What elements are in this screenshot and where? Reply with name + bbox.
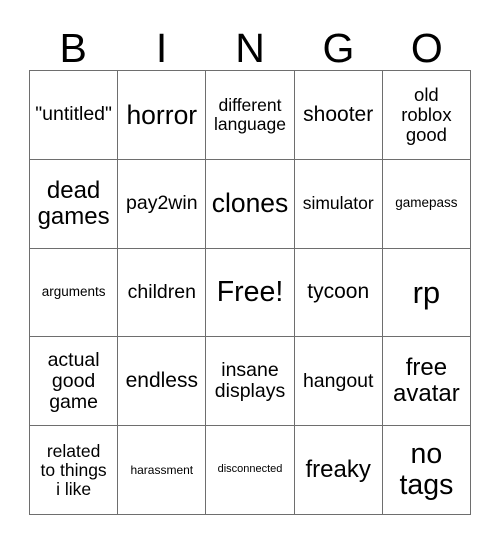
bingo-cell-r3c5[interactable]: rp — [382, 248, 471, 338]
header-letter-b: B — [59, 25, 87, 71]
bingo-cell-r4c5[interactable]: free avatar — [382, 337, 471, 427]
header-letter-n: N — [235, 25, 265, 71]
bingo-cell-label: tycoon — [307, 280, 370, 304]
bingo-cell-label: freaky — [305, 456, 371, 484]
bingo-cell-r2c2[interactable]: pay2win — [118, 159, 207, 249]
bingo-cell-label: children — [127, 280, 196, 303]
bingo-cell-r2c5[interactable]: gamepass — [382, 159, 471, 249]
bingo-cell-r5c5[interactable]: no tags — [382, 426, 471, 515]
bingo-cell-label: old roblox good — [401, 83, 452, 145]
bingo-cell-free-space[interactable]: Free! — [206, 248, 295, 338]
header-letter-g: G — [322, 25, 355, 71]
bingo-cell-r4c2[interactable]: endless — [118, 337, 207, 427]
bingo-cell-r1c4[interactable]: shooter — [294, 71, 383, 160]
bingo-grid: "untitled" horror different language sho… — [29, 70, 471, 515]
bingo-cell-r1c1[interactable]: "untitled" — [30, 71, 119, 160]
bingo-cell-r5c4[interactable]: freaky — [294, 426, 383, 515]
bingo-cell-r2c4[interactable]: simulator — [294, 159, 383, 249]
bingo-cell-label: pay2win — [126, 192, 198, 215]
bingo-cell-r4c3[interactable]: insane displays — [206, 337, 295, 427]
bingo-cell-label: no tags — [399, 438, 454, 502]
bingo-cell-r2c3[interactable]: clones — [206, 159, 295, 249]
bingo-cell-label: simulator — [302, 193, 374, 214]
bingo-cell-label: shooter — [303, 102, 374, 126]
bingo-cell-label: dead games — [37, 176, 110, 230]
bingo-cell-label: hangout — [302, 369, 374, 392]
bingo-cell-label: gamepass — [395, 195, 458, 211]
bingo-cell-label: harassment — [130, 462, 194, 477]
bingo-cell-label: arguments — [41, 284, 106, 300]
bingo-cell-label: disconnected — [217, 463, 283, 476]
bingo-cell-label: insane displays — [214, 359, 286, 403]
bingo-cell-r1c5[interactable]: old roblox good — [382, 71, 471, 160]
bingo-cell-label: different language — [213, 95, 286, 134]
bingo-cell-r1c3[interactable]: different language — [206, 71, 295, 160]
bingo-cell-label: free avatar — [393, 354, 460, 408]
bingo-cell-r5c2[interactable]: harassment — [118, 426, 207, 515]
bingo-cell-r3c1[interactable]: arguments — [30, 248, 119, 338]
bingo-cell-r2c1[interactable]: dead games — [30, 159, 119, 249]
bingo-cell-r4c1[interactable]: actual good game — [30, 337, 119, 427]
bingo-cell-label: horror — [126, 99, 198, 130]
bingo-cell-label: endless — [125, 368, 198, 392]
bingo-cell-r1c2[interactable]: horror — [118, 71, 207, 160]
bingo-free-space-label: Free! — [216, 276, 284, 309]
bingo-cell-label: actual good game — [47, 348, 100, 413]
bingo-cell-label: rp — [412, 274, 441, 310]
bingo-cell-r3c2[interactable]: children — [118, 248, 207, 338]
header-letter-o: O — [410, 25, 443, 71]
bingo-cell-r5c3[interactable]: disconnected — [206, 426, 295, 515]
bingo-cell-label: "untitled" — [35, 103, 112, 126]
bingo-card: B I N G O "untitled" horror different la… — [0, 0, 500, 544]
bingo-cell-label: related to things i like — [40, 440, 107, 499]
bingo-cell-r4c4[interactable]: hangout — [294, 337, 383, 427]
bingo-cell-r5c1[interactable]: related to things i like — [30, 426, 119, 515]
bingo-header-row: B I N G O — [29, 14, 471, 70]
header-letter-i: I — [155, 25, 168, 71]
bingo-cell-r3c4[interactable]: tycoon — [294, 248, 383, 338]
bingo-cell-label: clones — [211, 188, 289, 219]
